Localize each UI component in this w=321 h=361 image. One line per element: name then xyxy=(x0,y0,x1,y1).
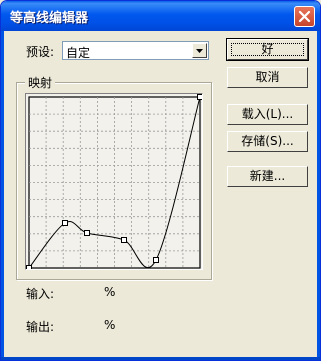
window-title: 等高线编辑器 xyxy=(10,11,89,26)
window-frame-bottom xyxy=(1,357,320,360)
curve-point-icon[interactable] xyxy=(153,257,159,263)
graph-background xyxy=(26,94,202,269)
curve-point-icon[interactable] xyxy=(84,230,90,236)
output-value: % xyxy=(104,318,116,332)
contour-editor-dialog: 等高线编辑器 预设: 自定 映射 输入: % 输出: % 好 取消 载入(L).… xyxy=(0,0,321,361)
curve-point-icon[interactable] xyxy=(197,94,203,100)
mapping-group-label: 映射 xyxy=(25,74,56,91)
input-value: % xyxy=(104,285,116,299)
close-icon xyxy=(298,10,311,23)
curve-point-icon[interactable] xyxy=(121,237,127,243)
preset-select[interactable]: 自定 xyxy=(62,41,209,60)
output-label: 输出: xyxy=(26,320,55,334)
preset-dropdown-button[interactable] xyxy=(192,43,207,58)
title-bar[interactable]: 等高线编辑器 xyxy=(1,1,320,31)
contour-curve-graph[interactable] xyxy=(26,94,202,269)
window-frame-right xyxy=(317,31,320,360)
load-button[interactable]: 载入(L)... xyxy=(227,104,308,125)
close-button[interactable] xyxy=(294,6,315,27)
new-button[interactable]: 新建... xyxy=(227,166,308,187)
preset-label: 预设: xyxy=(26,45,55,59)
preset-value: 自定 xyxy=(66,46,91,60)
contour-curve-panel[interactable] xyxy=(25,93,203,270)
save-button[interactable]: 存储(S)... xyxy=(227,131,308,152)
curve-point-icon[interactable] xyxy=(62,220,68,226)
chevron-down-icon xyxy=(196,49,203,53)
cancel-button[interactable]: 取消 xyxy=(227,67,308,88)
input-label: 输入: xyxy=(26,287,55,301)
curve-point-icon[interactable] xyxy=(26,265,32,270)
ok-button[interactable]: 好 xyxy=(226,38,309,61)
window-frame-left xyxy=(1,31,4,360)
